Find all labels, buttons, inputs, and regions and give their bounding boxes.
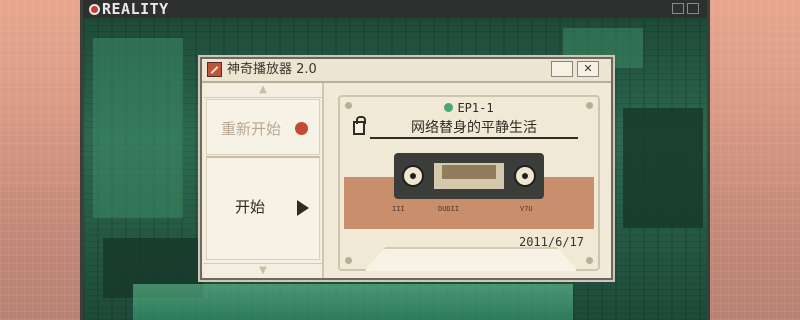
episode-text: EP1-1: [457, 101, 494, 115]
minimize-button[interactable]: [551, 61, 573, 77]
close-button[interactable]: ✕: [577, 61, 599, 77]
record-dot-icon: [89, 4, 100, 15]
restart-button[interactable]: 重新开始: [206, 99, 320, 155]
tape-mark: DUDII: [438, 205, 460, 213]
episode-status-dot-icon: [444, 103, 454, 112]
episode-label: EP1-1: [340, 101, 598, 115]
cassette-tray[interactable]: [364, 247, 578, 271]
side-menu: ▲ 重新开始 开始 ▼: [204, 83, 322, 278]
scene-screen-glow: [133, 284, 573, 320]
player-title: 神奇播放器 2.0: [227, 62, 317, 77]
cassette-panel: EP1-1 网络替身的平静生活 III DUDII V7U 2011/6/17: [338, 95, 600, 271]
screw-icon: [586, 257, 593, 264]
tape-mark: III: [392, 205, 405, 213]
app-icon: [207, 62, 222, 77]
start-button[interactable]: 开始: [206, 156, 320, 260]
start-label: 开始: [235, 198, 266, 216]
right-reel-icon: [514, 165, 536, 187]
scene-shelf: [93, 38, 183, 218]
cassette-tape[interactable]: [394, 153, 544, 199]
screw-icon: [345, 257, 352, 264]
restart-label: 重新开始: [221, 120, 282, 138]
reality-window-controls: [672, 3, 699, 14]
reality-minimize-button[interactable]: [672, 3, 684, 14]
tape-date: 2011/6/17: [518, 235, 584, 249]
record-icon: [295, 122, 308, 135]
scene-cabinet: [623, 108, 703, 228]
scroll-down-arrow-icon[interactable]: ▼: [204, 263, 322, 278]
tape-mark: V7U: [520, 205, 533, 213]
reality-maximize-button[interactable]: [687, 3, 699, 14]
reality-title: REALITY: [102, 0, 169, 18]
reality-titlebar[interactable]: REALITY: [83, 0, 707, 18]
player-window: 神奇播放器 2.0 ✕ ▲ 重新开始 开始 ▼ EP1-1 网络替身的平静生活: [200, 57, 613, 280]
song-title: 网络替身的平静生活: [370, 119, 578, 139]
lock-icon: [353, 116, 366, 135]
tape-window: [434, 163, 504, 189]
left-reel-icon: [402, 165, 424, 187]
player-titlebar[interactable]: 神奇播放器 2.0 ✕: [202, 59, 611, 83]
scroll-up-arrow-icon[interactable]: ▲: [204, 83, 322, 98]
play-icon: [297, 200, 309, 216]
menu-divider: [322, 83, 324, 278]
